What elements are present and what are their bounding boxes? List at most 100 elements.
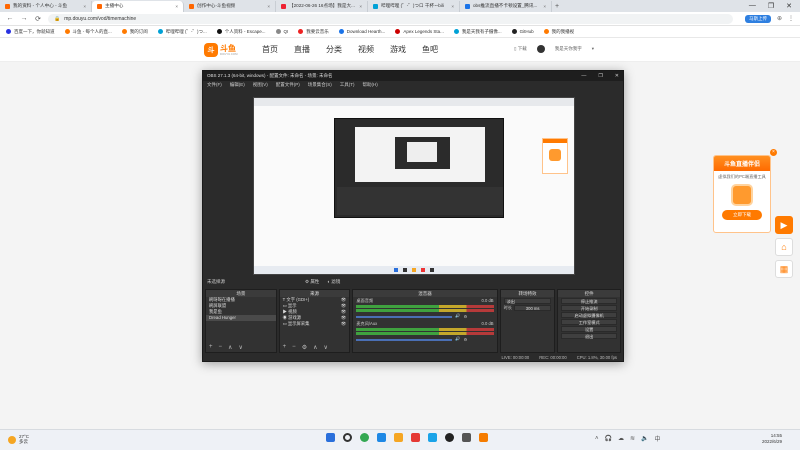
bookmark-item[interactable]: 我的订阅 (121, 29, 148, 35)
chevron-up-icon[interactable]: ˄ (595, 436, 599, 442)
start-virtual-camera-button[interactable]: 启动虚拟摄像机 (561, 312, 618, 318)
chevron-down-icon[interactable]: ▾ (592, 46, 594, 52)
app-icon[interactable] (411, 433, 420, 442)
nav-video[interactable]: 视频 (358, 44, 374, 55)
obs-close-button[interactable]: ✕ (615, 73, 619, 79)
close-tab-icon[interactable]: × (359, 4, 362, 9)
wifi-icon[interactable]: ≋ (630, 435, 635, 442)
avatar[interactable] (536, 45, 545, 53)
url-input[interactable]: 🔒 mp.douyu.com/vod/timemachine (48, 13, 733, 24)
nav-category[interactable]: 分类 (326, 44, 342, 55)
douyu-app-icon[interactable] (479, 433, 488, 442)
bookmark-item[interactable]: GitHub (511, 29, 534, 34)
promo-close-icon[interactable]: × (770, 149, 777, 156)
qr-code-icon[interactable]: ▦ (775, 260, 793, 278)
eye-icon[interactable]: 👁 (341, 321, 346, 327)
close-tab-icon[interactable]: × (175, 4, 178, 9)
nav-live[interactable]: 直播 (294, 44, 310, 55)
maximize-button[interactable]: ❐ (768, 2, 774, 10)
transition-select[interactable]: 淡出 (503, 298, 552, 304)
nav-home[interactable]: 首页 (262, 44, 278, 55)
bookmark-item[interactable]: Apex Legends Sta... (395, 29, 444, 34)
obs-icon[interactable] (445, 433, 454, 442)
bookmark-item[interactable]: 个人资料 - Escape... (216, 29, 266, 35)
qq-icon[interactable] (428, 433, 437, 442)
back-button[interactable]: ← (6, 15, 14, 22)
start-recording-button[interactable]: 开始录制 (561, 305, 618, 311)
play-icon[interactable]: ▶ (775, 216, 793, 234)
download-link[interactable]: ▯ 下载 (514, 46, 527, 52)
add-icon[interactable]: + (283, 344, 287, 351)
bookmark-item[interactable]: 哔哩哔哩 (゜-゜)つ... (157, 29, 207, 35)
close-tab-icon[interactable]: × (83, 4, 86, 9)
browser-tab[interactable]: 我的资料 - 个人中心 - 斗鱼 × (0, 0, 92, 12)
duration-input[interactable]: 300 ms (513, 305, 552, 311)
bookmark-item[interactable]: 我的我播视 (543, 29, 574, 35)
bookmark-item[interactable]: QI (275, 29, 288, 34)
browser-tab[interactable]: 【2022-06-26 16点场】我是大... × (276, 0, 368, 12)
volume-icon[interactable]: 🔈 (641, 435, 648, 442)
down-icon[interactable]: ∨ (323, 344, 327, 351)
game-icon[interactable] (394, 433, 403, 442)
gear-icon[interactable]: ⚙ (464, 337, 468, 342)
reload-button[interactable]: ⟳ (34, 15, 42, 23)
bookmark-item[interactable]: 百度一下，你就知道 (6, 29, 55, 35)
ime-icon[interactable]: 中 (655, 434, 661, 443)
bookmark-item[interactable]: Download Hearth... (338, 29, 385, 34)
close-tab-icon[interactable]: × (267, 4, 270, 9)
obs-minimize-button[interactable]: — (581, 73, 586, 79)
exit-button[interactable]: 退出 (561, 333, 618, 339)
add-icon[interactable]: + (209, 344, 213, 351)
browser-tab[interactable]: obs推流直播不卡顿设置_腾讯... × (460, 0, 552, 12)
properties-button[interactable]: ⚙ 属性 (305, 279, 319, 285)
menu-view[interactable]: 视图(V) (253, 82, 268, 88)
extension-icon[interactable]: ⊕ (777, 15, 782, 23)
menu-file[interactable]: 文件(F) (207, 82, 222, 88)
speaker-icon[interactable]: 🔊 (455, 336, 460, 342)
chrome-icon[interactable] (360, 433, 369, 442)
download-now-button[interactable]: 立即下载 (722, 210, 762, 220)
promo-card[interactable]: 斗鱼直播伴侣 虚拟我们的PC端直播工具 立即下载 (713, 155, 771, 233)
headset-icon[interactable]: 🎧 (605, 435, 612, 442)
menu-icon[interactable]: ⋮ (788, 15, 794, 23)
minimize-button[interactable]: — (749, 2, 756, 10)
browser-tab[interactable]: 哔哩哔哩 (゜-゜)つロ 干杯~-bili × (368, 0, 460, 12)
volume-slider[interactable] (356, 338, 453, 341)
forward-button[interactable]: → (20, 15, 28, 22)
menu-help[interactable]: 帮助(H) (363, 82, 378, 88)
close-tab-icon[interactable]: × (451, 4, 454, 9)
nav-game[interactable]: 游戏 (390, 44, 406, 55)
new-tab-button[interactable]: + (552, 3, 562, 10)
obs-maximize-button[interactable]: ❐ (598, 73, 602, 79)
speaker-icon[interactable]: 🔊 (455, 313, 460, 319)
menu-profile[interactable]: 配置文件(P) (276, 82, 300, 88)
username[interactable]: 我是天你我字 (555, 46, 582, 52)
terminal-icon[interactable] (462, 433, 471, 442)
up-icon[interactable]: ∧ (313, 344, 317, 351)
close-button[interactable]: ✕ (786, 2, 792, 10)
studio-mode-button[interactable]: 工作室模式 (561, 319, 618, 325)
bookmark-item[interactable]: 我要云音乐 (298, 29, 329, 35)
scene-item-selected[interactable]: Dread Hunger (206, 315, 276, 321)
browser-tab[interactable]: 创作中心-斗鱼视频 × (184, 0, 276, 12)
douyu-logo[interactable]: 斗 斗鱼 DOUYU.COM (204, 41, 242, 59)
settings-icon[interactable] (377, 433, 386, 442)
weather-widget[interactable]: 27°C 多云 (8, 434, 29, 445)
down-icon[interactable]: ∨ (238, 344, 242, 351)
bookmark-item[interactable]: 斗鱼 - 每个人的直... (64, 29, 112, 35)
menu-scene-collection[interactable]: 场景集合(S) (308, 82, 332, 88)
close-tab-icon[interactable]: × (543, 4, 546, 9)
windows-start-icon[interactable] (326, 433, 335, 442)
up-icon[interactable]: ∧ (228, 344, 232, 351)
remove-icon[interactable]: − (219, 344, 223, 351)
search-icon[interactable] (343, 433, 352, 442)
upload-notice-button[interactable]: 马斯上传 (744, 14, 771, 23)
menu-edit[interactable]: 编辑(E) (230, 82, 245, 88)
settings-button[interactable]: 设置 (561, 326, 618, 332)
obs-preview[interactable] (253, 97, 575, 275)
remove-icon[interactable]: − (292, 344, 296, 351)
stop-streaming-button[interactable]: 停止推流 (561, 298, 618, 304)
gear-icon[interactable]: ⚙ (302, 344, 307, 351)
filters-button[interactable]: ◐ 滤镜 (327, 279, 340, 285)
menu-tools[interactable]: 工具(T) (340, 82, 355, 88)
